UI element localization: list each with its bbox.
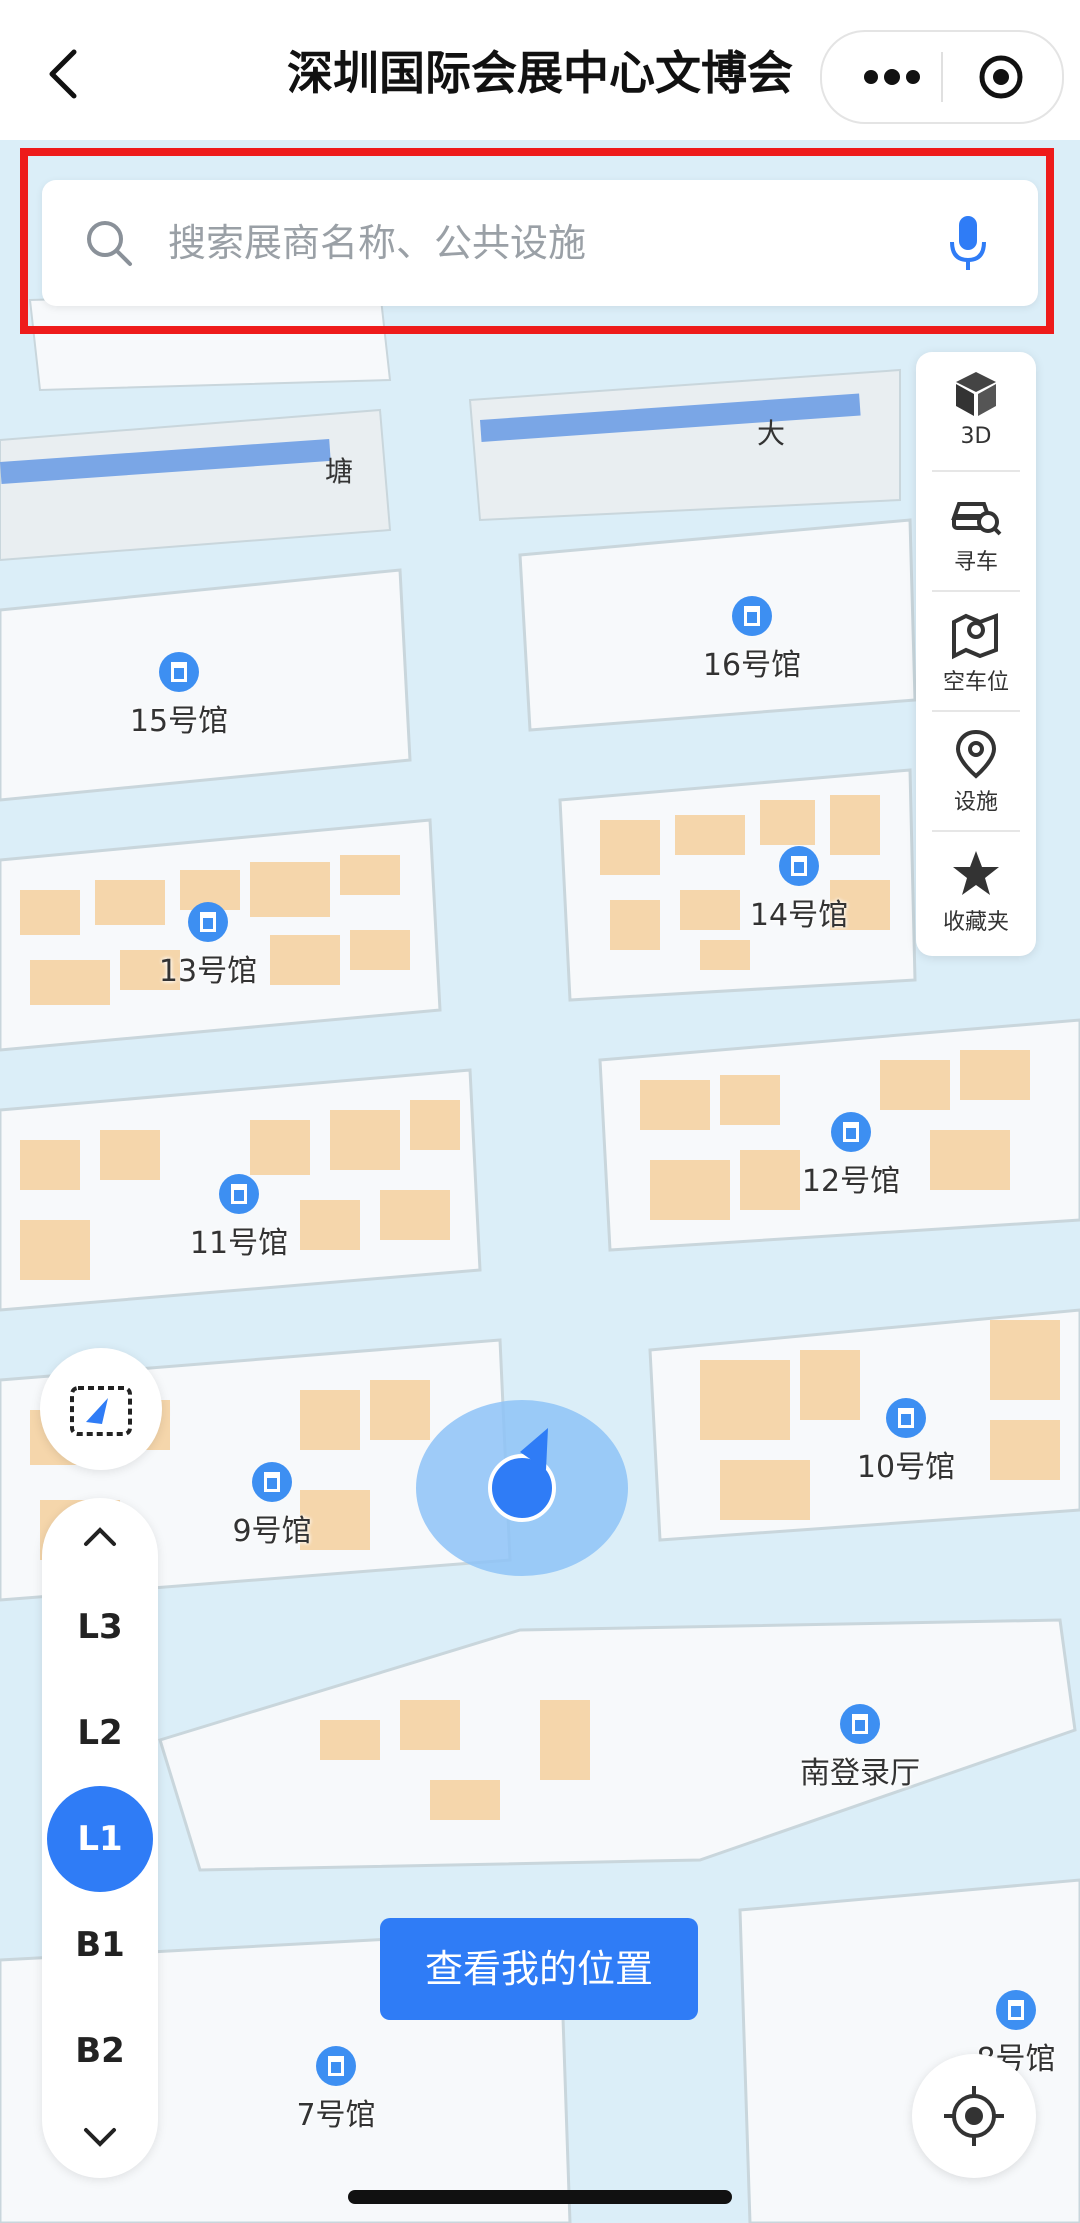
home-indicator	[348, 2190, 732, 2204]
hall-pin-icon[interactable]	[159, 652, 199, 692]
hall-label-12[interactable]: 12号馆	[802, 1156, 900, 1200]
tool-label: 设施	[953, 790, 998, 815]
more-options-icon[interactable]	[862, 66, 922, 88]
tool-label: 3D	[960, 424, 992, 449]
floor-b1[interactable]: B1	[42, 1892, 158, 1998]
floor-l2[interactable]: L2	[42, 1680, 158, 1786]
search-icon	[87, 221, 132, 266]
tool-label: 空车位	[942, 670, 1009, 695]
map-orientation-button[interactable]	[40, 1348, 162, 1470]
hall-pin-icon[interactable]	[252, 1462, 292, 1502]
top-nav-bar: 深圳国际会展中心文博会	[0, 0, 1080, 140]
street-label: 塘	[325, 455, 354, 488]
map-tools-panel: 3D 寻车 空车位 设施 收藏夹	[916, 352, 1036, 956]
chevron-down-icon[interactable]	[78, 2124, 122, 2152]
floor-l1[interactable]: L1	[47, 1786, 153, 1892]
tool-find-car[interactable]: 寻车	[916, 472, 1036, 592]
tool-facilities[interactable]: 设施	[916, 712, 1036, 832]
find-car-icon	[951, 502, 1002, 536]
cube-3d-icon	[956, 372, 996, 416]
mini-program-capsule	[820, 30, 1064, 124]
hall-pin-icon[interactable]	[996, 1990, 1036, 2030]
hall-label-11[interactable]: 11号馆	[190, 1218, 288, 1262]
hall-label-7[interactable]: 7号馆	[296, 2090, 375, 2134]
floor-l3[interactable]: L3	[42, 1574, 158, 1680]
hall-label-15[interactable]: 15号馆	[130, 696, 228, 740]
locate-me-button[interactable]	[912, 2054, 1036, 2178]
hall-label-13[interactable]: 13号馆	[159, 946, 257, 990]
tool-label: 收藏夹	[942, 910, 1009, 935]
locate-target-icon	[944, 2086, 1004, 2146]
hall-pin-icon[interactable]	[188, 902, 228, 942]
microphone-icon[interactable]	[948, 214, 988, 274]
floor-b2[interactable]: B2	[42, 1998, 158, 2104]
street-label: 大	[757, 417, 786, 450]
hall-label-14[interactable]: 14号馆	[750, 890, 848, 934]
capsule-divider	[941, 52, 943, 102]
tool-label: 寻车	[953, 550, 998, 575]
tool-favorites[interactable]: 收藏夹	[916, 832, 1036, 952]
close-record-icon[interactable]	[978, 54, 1024, 100]
hall-pin-icon[interactable]	[732, 596, 772, 636]
search-bar[interactable]: 搜索展商名称、公共设施	[42, 180, 1038, 306]
view-my-location-button[interactable]: 查看我的位置	[380, 1918, 698, 2020]
map-compass-icon	[70, 1386, 132, 1436]
back-arrow-icon[interactable]	[42, 46, 86, 102]
tool-3d[interactable]: 3D	[916, 352, 1036, 472]
search-input[interactable]: 搜索展商名称、公共设施	[168, 216, 586, 270]
tool-empty-parking[interactable]: 空车位	[916, 592, 1036, 712]
chevron-up-icon[interactable]	[78, 1522, 122, 1550]
hall-label-16[interactable]: 16号馆	[703, 640, 801, 684]
hall-label-10[interactable]: 10号馆	[857, 1442, 955, 1486]
hall-pin-icon[interactable]	[316, 2046, 356, 2086]
hall-pin-icon[interactable]	[840, 1704, 880, 1744]
location-pin-icon	[955, 729, 997, 779]
floor-selector: L3 L2 L1 B1 B2	[42, 1498, 158, 2178]
star-favorite-icon	[953, 851, 999, 895]
hall-pin-icon[interactable]	[219, 1174, 259, 1214]
hall-pin-icon[interactable]	[831, 1112, 871, 1152]
hall-pin-icon[interactable]	[886, 1398, 926, 1438]
hall-label-south-lobby[interactable]: 南登录厅	[800, 1748, 920, 1792]
page-title: 深圳国际会展中心文博会	[287, 46, 793, 100]
hall-pin-icon[interactable]	[779, 846, 819, 886]
hall-label-9[interactable]: 9号馆	[232, 1506, 311, 1550]
parking-map-icon	[952, 613, 998, 660]
